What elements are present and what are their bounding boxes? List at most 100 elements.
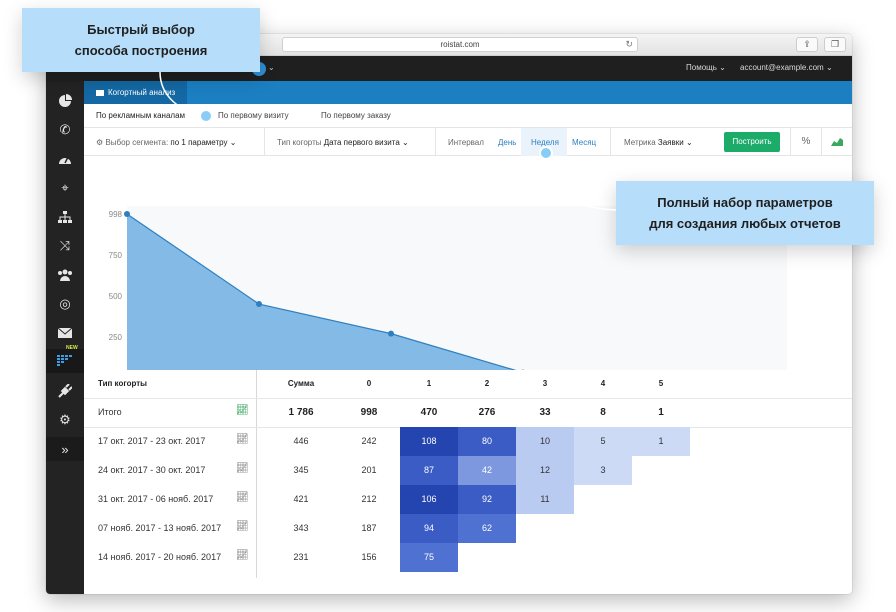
expand-icon[interactable]: » xyxy=(46,437,84,461)
share-icon[interactable]: ⇪ xyxy=(796,37,818,52)
trend-chart-icon[interactable]: 📈︎ xyxy=(236,434,249,445)
address-bar[interactable]: roistat.com ↻ xyxy=(282,37,638,52)
shuffle-icon[interactable]: ⤨ xyxy=(46,234,84,258)
cohort-type-value: Дата первого визита xyxy=(323,138,400,147)
row-sum: 421 xyxy=(293,494,309,504)
callout-quick-select: Быстрый выбор способа построения xyxy=(22,8,260,72)
url-text: roistat.com xyxy=(440,40,480,49)
cohort-row-label: 07 нояб. 2017 - 13 нояб. 2017 xyxy=(98,523,222,533)
row-week-0: 201 xyxy=(361,465,377,475)
heatmap-cell: 10 xyxy=(516,427,574,456)
header-sum: Сумма xyxy=(287,379,315,388)
callout-line: Полный набор параметров xyxy=(657,195,833,210)
help-label: Помощь xyxy=(686,63,717,72)
envelope-icon xyxy=(96,89,104,96)
tabs-icon[interactable]: ❐ xyxy=(824,37,846,52)
interval-week[interactable]: Неделя xyxy=(531,138,559,147)
chart-toggle-icon[interactable] xyxy=(822,128,852,156)
metric-select[interactable]: Метрика Заявки ⌄ xyxy=(624,138,693,147)
dashboard-icon[interactable] xyxy=(46,147,84,171)
subtab-first-order[interactable]: По первому заказу xyxy=(321,111,391,120)
cohort-row-label: 24 окт. 2017 - 30 окт. 2017 xyxy=(98,465,206,475)
plug-icon[interactable] xyxy=(46,379,84,403)
interval-label: Интервал xyxy=(448,138,484,147)
y-tick-label: 250 xyxy=(109,333,123,342)
trend-chart-icon[interactable]: 📈︎ xyxy=(236,463,249,474)
heatmap-cell: 62 xyxy=(458,514,516,543)
users-icon[interactable] xyxy=(46,263,84,287)
heatmap-cell: 3 xyxy=(574,456,632,485)
chevron-down-icon: ⌄ xyxy=(229,138,237,147)
subtab-ad-channels[interactable]: По рекламным каналам xyxy=(96,111,185,120)
segment-value: по 1 параметру xyxy=(170,138,228,147)
heatmap-cell: 1 xyxy=(632,427,690,456)
interval-day[interactable]: День xyxy=(498,138,516,147)
cohort-table: Тип когорты Сумма 0 1 2 3 4 5 Итого 📈︎ 1 7… xyxy=(84,370,852,578)
callout-line: для создания любых отчетов xyxy=(649,216,841,231)
total-week-1: 470 xyxy=(420,407,438,418)
callout-line: Быстрый выбор xyxy=(87,22,195,37)
settings-small-icon: ⚙ xyxy=(96,138,104,147)
header-week-0: 0 xyxy=(366,379,372,388)
account-menu[interactable]: account@example.com ⌄ xyxy=(740,63,833,72)
heatmap-cell: 108 xyxy=(400,427,458,456)
callout-full-params: Полный набор параметров для создания люб… xyxy=(616,181,874,245)
callout-dot xyxy=(541,148,551,158)
total-row-label: Итого xyxy=(98,407,122,417)
callout-dot xyxy=(201,111,211,121)
filter-bar: ⚙ Выбор сегмента: по 1 параметру ⌄ Тип к… xyxy=(84,128,852,156)
heatmap-cell: 87 xyxy=(400,456,458,485)
reload-icon[interactable]: ↻ xyxy=(625,38,633,51)
heatmap-cell: 42 xyxy=(458,456,516,485)
section-tabbar: Когортный анализ xyxy=(84,81,852,104)
phone-icon[interactable]: ✆ xyxy=(46,118,84,142)
chevron-down-icon: ⌄ xyxy=(685,138,693,147)
metric-value: Заявки xyxy=(657,138,684,147)
row-sum: 345 xyxy=(293,465,309,475)
expand-glyph: » xyxy=(61,441,69,457)
cohort-type-select[interactable]: Тип когорты Дата первого визита ⌄ xyxy=(277,138,409,147)
total-week-0: 998 xyxy=(360,407,378,418)
pie-chart-icon[interactable] xyxy=(46,89,84,113)
header-cohort-type: Тип когорты xyxy=(98,379,147,388)
cohort-mode-tabs: По рекламным каналам По первому визиту П… xyxy=(84,104,852,128)
segment-select[interactable]: ⚙ Выбор сегмента: по 1 параметру ⌄ xyxy=(96,138,236,147)
gear-icon[interactable]: ⚙ xyxy=(46,408,84,432)
data-point xyxy=(124,211,130,217)
interval-month[interactable]: Месяц xyxy=(572,138,596,147)
header-week-5: 5 xyxy=(658,379,664,388)
cohort-grid-icon[interactable]: NEW xyxy=(46,345,84,373)
trend-chart-icon[interactable]: 📈︎ xyxy=(236,521,249,532)
chevron-down-icon[interactable]: ⌄ xyxy=(268,63,275,72)
cohort-row-label: 17 окт. 2017 - 23 окт. 2017 xyxy=(98,436,206,446)
cohort-row-label: 14 нояб. 2017 - 20 нояб. 2017 xyxy=(98,552,222,562)
metric-label: Метрика xyxy=(624,138,656,147)
heatmap-cell: 106 xyxy=(400,485,458,514)
data-point xyxy=(256,301,262,308)
header-week-2: 2 xyxy=(484,379,490,388)
subtab-first-visit[interactable]: По первому визиту xyxy=(218,111,289,120)
chevron-down-icon: ⌄ xyxy=(402,138,409,147)
trend-chart-icon[interactable]: 📈︎ xyxy=(236,550,249,561)
total-week-5: 1 xyxy=(658,407,664,418)
trend-chart-icon[interactable]: 📈︎ xyxy=(236,492,249,503)
filter-divider xyxy=(264,128,265,156)
help-menu[interactable]: Помощь ⌄ xyxy=(686,63,726,72)
sitemap-icon[interactable] xyxy=(46,205,84,229)
build-button[interactable]: Построить xyxy=(724,132,780,152)
column-separator xyxy=(256,370,257,578)
row-week-0: 156 xyxy=(361,552,377,562)
filter-divider xyxy=(610,128,611,156)
tab-cohort-analysis[interactable]: Когортный анализ xyxy=(84,81,188,104)
radio-icon[interactable]: ◎ xyxy=(46,292,84,316)
heatmap-cell: 5 xyxy=(574,427,632,456)
y-tick-label: 500 xyxy=(109,292,123,301)
row-week-0: 242 xyxy=(361,436,377,446)
data-point xyxy=(388,330,394,337)
percent-button[interactable]: % xyxy=(791,128,821,156)
cohort-type-label: Тип когорты xyxy=(277,138,322,147)
filter-divider xyxy=(435,128,436,156)
target-icon[interactable]: ⌖ xyxy=(46,176,84,200)
trend-chart-icon[interactable]: 📈︎ xyxy=(236,405,249,416)
mail-icon[interactable] xyxy=(46,321,84,345)
